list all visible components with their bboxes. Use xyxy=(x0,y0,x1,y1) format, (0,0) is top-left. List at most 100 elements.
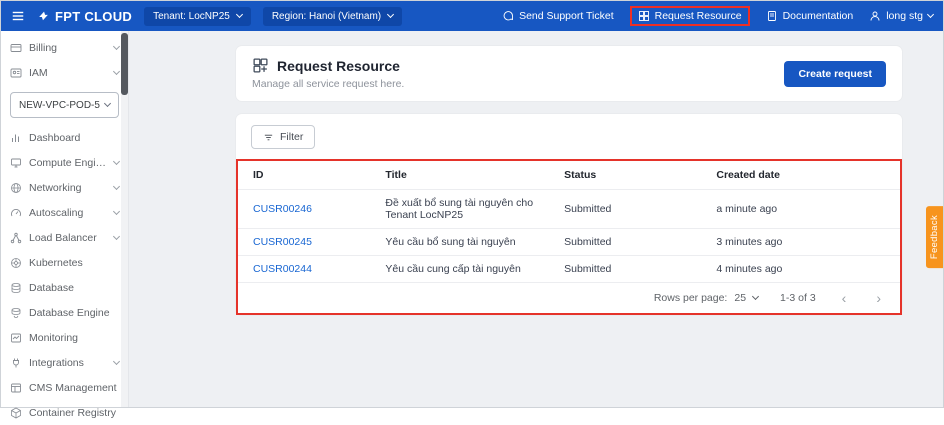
chevron-down-icon xyxy=(113,42,120,49)
sidebar-item-label: Database xyxy=(29,282,74,294)
pagination: Rows per page: 25 1-3 of 3 ‹ › xyxy=(238,282,900,313)
sidebar-item-label: Networking xyxy=(29,182,82,194)
table-row[interactable]: CUSR00244 Yêu cầu cung cấp tài nguyên Su… xyxy=(238,256,900,283)
user-icon xyxy=(869,10,881,22)
request-title: Đề xuất bổ sung tài nguyên cho Tenant Lo… xyxy=(370,190,549,229)
kubernetes-icon xyxy=(10,257,22,269)
table-row[interactable]: CUSR00245 Yêu cầu bổ sung tài nguyên Sub… xyxy=(238,229,900,256)
request-status: Submitted xyxy=(549,256,701,283)
sidebar-item-kubernetes[interactable]: Kubernetes xyxy=(1,250,128,275)
filter-button[interactable]: Filter xyxy=(251,125,315,149)
filter-icon xyxy=(263,132,274,143)
chevron-down-icon xyxy=(113,232,120,239)
column-header-status: Status xyxy=(549,161,701,190)
previous-page-button[interactable]: ‹ xyxy=(838,291,851,305)
request-status: Submitted xyxy=(549,190,701,229)
networking-icon xyxy=(10,182,22,194)
table-header-row: ID Title Status Created date xyxy=(238,161,900,190)
database-icon xyxy=(10,282,22,294)
user-menu[interactable]: long stg xyxy=(869,10,933,22)
sidebar-scrollbar-thumb[interactable] xyxy=(121,33,128,95)
page-title: Request Resource xyxy=(277,58,400,74)
next-page-button[interactable]: › xyxy=(872,291,885,305)
integrations-icon xyxy=(10,357,22,369)
support-ticket-icon xyxy=(502,10,514,22)
billing-icon xyxy=(10,42,22,54)
cms-management-icon xyxy=(10,382,22,394)
sidebar-item-autoscaling[interactable]: Autoscaling xyxy=(1,200,128,225)
sidebar-item-label: Billing xyxy=(29,42,57,54)
chevron-down-icon xyxy=(113,207,120,214)
page-header-card: Request Resource Manage all service requ… xyxy=(236,46,902,101)
sidebar: Billing IAM NEW-VPC-POD-5 Dashboard Comp… xyxy=(1,31,129,407)
table-row[interactable]: CUSR00246 Đề xuất bổ sung tài nguyên cho… xyxy=(238,190,900,229)
region-selector[interactable]: Region: Hanoi (Vietnam) xyxy=(263,7,402,26)
pagination-range: 1-3 of 3 xyxy=(780,292,816,304)
dashboard-icon xyxy=(10,132,22,144)
request-created-date: 3 minutes ago xyxy=(701,229,900,256)
chevron-down-icon xyxy=(752,293,759,300)
sidebar-item-label: Dashboard xyxy=(29,132,80,144)
logo-text: FPT CLOUD xyxy=(55,9,132,24)
column-header-title: Title xyxy=(370,161,549,190)
tenant-label: Tenant: LocNP25 xyxy=(153,11,230,22)
sidebar-item-billing[interactable]: Billing xyxy=(1,35,128,60)
sidebar-item-iam[interactable]: IAM xyxy=(1,60,128,85)
sidebar-item-dashboard[interactable]: Dashboard xyxy=(1,125,128,150)
vpc-select[interactable]: NEW-VPC-POD-5 xyxy=(10,92,119,118)
sidebar-item-monitoring[interactable]: Monitoring xyxy=(1,325,128,350)
request-created-date: 4 minutes ago xyxy=(701,256,900,283)
sidebar-item-database[interactable]: Database xyxy=(1,275,128,300)
user-name-label: long stg xyxy=(886,10,923,22)
chevron-down-icon xyxy=(113,357,120,364)
region-label: Region: Hanoi (Vietnam) xyxy=(272,11,381,22)
load-balancer-icon xyxy=(10,232,22,244)
annotation-red-box: ID Title Status Created date CUSR00246 Đ… xyxy=(236,159,902,315)
documentation-link[interactable]: Documentation xyxy=(766,10,854,22)
sidebar-item-networking[interactable]: Networking xyxy=(1,175,128,200)
rows-per-page-label: Rows per page: xyxy=(654,292,728,304)
topbar-right-nav: Send Support Ticket Request Resource Doc… xyxy=(502,6,933,26)
feedback-tab[interactable]: Feedback xyxy=(926,206,943,268)
column-header-created-date: Created date xyxy=(701,161,900,190)
request-table: ID Title Status Created date CUSR00246 Đ… xyxy=(238,161,900,282)
send-support-ticket-link[interactable]: Send Support Ticket xyxy=(502,10,614,22)
topbar: FPT CLOUD Tenant: LocNP25 Region: Hanoi … xyxy=(1,1,943,31)
sidebar-item-label: Database Engine xyxy=(29,307,110,319)
chevron-down-icon xyxy=(236,11,243,18)
page-subtitle: Manage all service request here. xyxy=(252,78,404,90)
database-engine-icon xyxy=(10,307,22,319)
sidebar-item-compute-engine[interactable]: Compute Engine xyxy=(1,150,128,175)
sidebar-item-label: CMS Management xyxy=(29,382,117,394)
rows-per-page-value: 25 xyxy=(734,292,746,304)
sidebar-item-load-balancer[interactable]: Load Balancer xyxy=(1,225,128,250)
iam-icon xyxy=(10,67,22,79)
monitoring-icon xyxy=(10,332,22,344)
chevron-down-icon xyxy=(927,11,934,18)
sidebar-item-database-engine[interactable]: Database Engine xyxy=(1,300,128,325)
request-resource-link[interactable]: Request Resource xyxy=(630,6,750,26)
sidebar-scrollbar[interactable] xyxy=(121,31,128,407)
request-id-link[interactable]: CUSR00246 xyxy=(253,203,312,215)
autoscaling-icon xyxy=(10,207,22,219)
request-id-link[interactable]: CUSR00244 xyxy=(253,263,312,275)
sidebar-item-cms-management[interactable]: CMS Management xyxy=(1,375,128,400)
chevron-down-icon xyxy=(113,157,120,164)
fpt-cloud-logo[interactable]: FPT CLOUD xyxy=(37,9,132,24)
request-title: Yêu cầu cung cấp tài nguyên xyxy=(370,256,549,283)
vpc-select-value: NEW-VPC-POD-5 xyxy=(19,100,100,111)
request-title: Yêu cầu bổ sung tài nguyên xyxy=(370,229,549,256)
sidebar-item-label: IAM xyxy=(29,67,48,79)
sidebar-item-integrations[interactable]: Integrations xyxy=(1,350,128,375)
chevron-down-icon xyxy=(113,67,120,74)
document-icon xyxy=(766,10,778,22)
fpt-logo-icon xyxy=(37,10,50,23)
tenant-selector[interactable]: Tenant: LocNP25 xyxy=(144,7,251,26)
request-resource-icon xyxy=(252,57,269,74)
sidebar-item-container-registry[interactable]: Container Registry xyxy=(1,400,128,425)
request-id-link[interactable]: CUSR00245 xyxy=(253,236,312,248)
create-request-button[interactable]: Create request xyxy=(784,61,886,87)
rows-per-page-select[interactable]: Rows per page: 25 xyxy=(654,292,758,304)
chevron-down-icon xyxy=(104,100,111,107)
hamburger-menu-icon[interactable] xyxy=(11,9,25,23)
